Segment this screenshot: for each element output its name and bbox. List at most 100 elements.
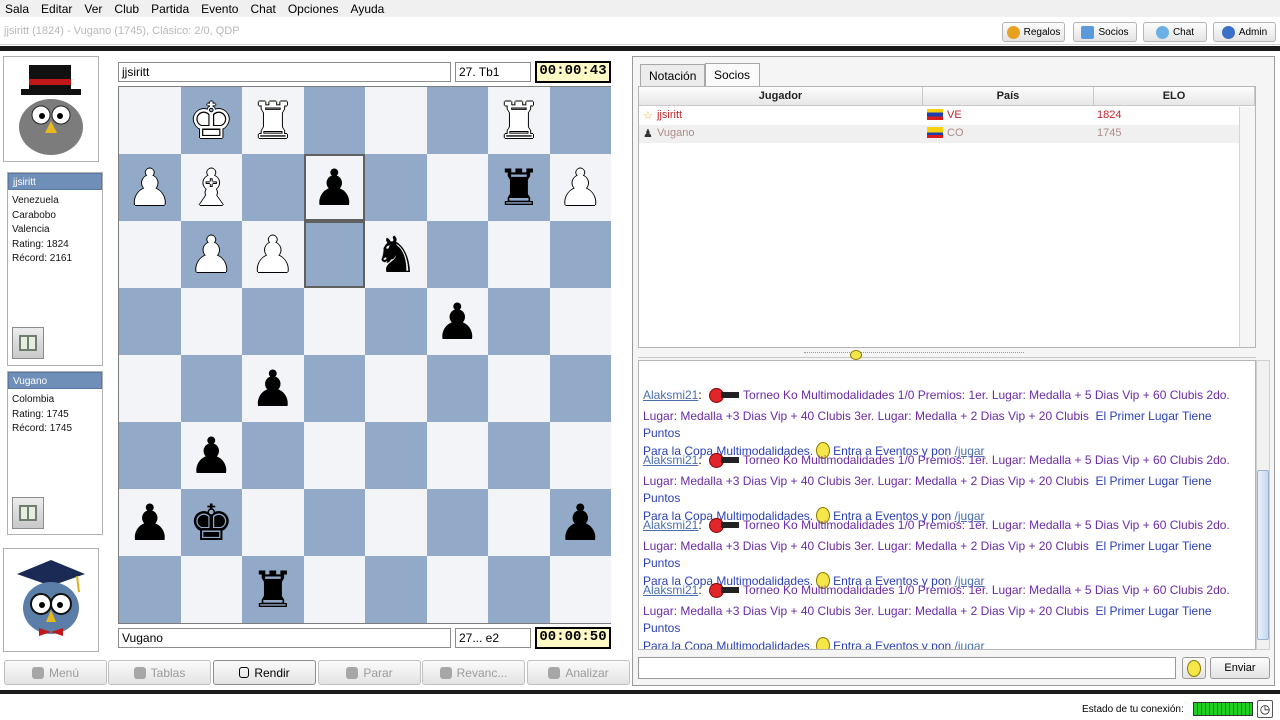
square-a5[interactable] [549,355,611,422]
square-e7[interactable] [303,489,365,556]
square-c3[interactable] [426,221,488,288]
square-b8[interactable] [488,556,550,623]
square-f3[interactable]: ♟ [242,221,304,288]
square-f6[interactable] [242,422,304,489]
square-f1[interactable]: ♜ [242,87,304,154]
white-pawn-icon[interactable]: ♟ [250,230,295,280]
chat-username[interactable]: Alaksmi21 [643,453,698,467]
square-e4[interactable] [303,288,365,355]
tab-notation[interactable]: Notación [640,64,705,87]
action-button-men[interactable]: Menú [4,660,107,685]
menu-item[interactable]: Sala [0,2,36,16]
square-f5[interactable]: ♟ [242,355,304,422]
action-button-revanc[interactable]: Revanc... [422,660,525,685]
send-button[interactable]: Enviar [1210,657,1270,679]
black-pawn-icon[interactable]: ♟ [435,297,480,347]
emoticon-button[interactable] [1182,657,1206,679]
square-h7[interactable]: ♟ [119,489,181,556]
square-d1[interactable] [365,87,427,154]
white-pawn-icon[interactable]: ♟ [558,163,603,213]
square-c4[interactable]: ♟ [426,288,488,355]
chess-board[interactable]: ♚ ♜ ♜ ♟ ♝ ♟ ♜ ♟ ♟ ♟ ♞ ♟ ♟ ♟ ♟ ♚ ♟ ♜ [118,86,611,624]
chat-username[interactable]: Alaksmi21 [643,583,698,597]
square-g5[interactable] [180,355,242,422]
square-b4[interactable] [488,288,550,355]
square-e6[interactable] [303,422,365,489]
partners-button[interactable]: Socios [1073,22,1137,42]
black-rook-icon[interactable]: ♜ [496,163,541,213]
square-b3[interactable] [488,221,550,288]
square-d5[interactable] [365,355,427,422]
square-c5[interactable] [426,355,488,422]
square-e1[interactable] [303,87,365,154]
black-knight-icon[interactable]: ♞ [373,230,418,280]
square-g7[interactable]: ♚ [180,489,242,556]
square-h5[interactable] [119,355,181,422]
square-g3[interactable]: ♟ [180,221,242,288]
square-f4[interactable] [242,288,304,355]
square-f7[interactable] [242,489,304,556]
square-e2[interactable]: ♟ [303,154,365,221]
square-b7[interactable] [488,489,550,556]
square-a8[interactable] [549,556,611,623]
black-king-icon[interactable]: ♚ [189,498,234,548]
square-b2[interactable]: ♜ [488,154,550,221]
square-a3[interactable] [549,221,611,288]
square-d4[interactable] [365,288,427,355]
players-scrollbar[interactable] [1239,107,1255,347]
square-h6[interactable] [119,422,181,489]
action-button-tablas[interactable]: Tablas [108,660,211,685]
chat-scroll-thumb[interactable] [1257,470,1269,640]
chat-input[interactable] [638,657,1176,679]
square-e5[interactable] [303,355,365,422]
table-row[interactable]: ☆ jjsiritt VE 1824 [639,107,1255,125]
menu-item[interactable]: Club [109,2,146,16]
square-g8[interactable] [180,556,242,623]
square-g1[interactable]: ♚ [180,87,242,154]
square-d3[interactable]: ♞ [365,221,427,288]
white-bishop-icon[interactable]: ♝ [189,163,234,213]
white-pawn-icon[interactable]: ♟ [127,163,172,213]
chat-username[interactable]: Alaksmi21 [643,388,698,402]
gifts-button[interactable]: Regalos [1002,22,1065,42]
black-pawn-icon[interactable]: ♟ [250,364,295,414]
white-pawn-icon[interactable]: ♟ [189,230,234,280]
square-c8[interactable] [426,556,488,623]
square-c6[interactable] [426,422,488,489]
white-rook-icon[interactable]: ♜ [250,96,295,146]
square-a6[interactable] [549,422,611,489]
black-pawn-icon[interactable]: ♟ [312,163,357,213]
square-g6[interactable]: ♟ [180,422,242,489]
white-king-icon[interactable]: ♚ [189,96,234,146]
square-a4[interactable] [549,288,611,355]
menu-item[interactable]: Chat [245,2,282,16]
square-c2[interactable] [426,154,488,221]
square-h4[interactable] [119,288,181,355]
square-h2[interactable]: ♟ [119,154,181,221]
square-h1[interactable] [119,87,181,154]
menu-item[interactable]: Evento [196,2,245,16]
square-a7[interactable]: ♟ [549,489,611,556]
column-header-elo[interactable]: ELO [1094,87,1255,106]
square-a2[interactable]: ♟ [549,154,611,221]
menu-item[interactable]: Partida [146,2,196,16]
square-f2[interactable] [242,154,304,221]
action-button-rendir[interactable]: Rendir [213,660,316,685]
square-d6[interactable] [365,422,427,489]
black-rook-icon[interactable]: ♜ [250,565,295,615]
admin-button[interactable]: Admin [1213,22,1276,42]
square-c7[interactable] [426,489,488,556]
column-header-player[interactable]: Jugador [639,87,923,106]
square-g2[interactable]: ♝ [180,154,242,221]
menu-item[interactable]: Editar [36,2,79,16]
menu-item[interactable]: Opciones [283,2,346,16]
action-button-parar[interactable]: Parar [318,660,421,685]
square-g4[interactable] [180,288,242,355]
square-h3[interactable] [119,221,181,288]
square-b6[interactable] [488,422,550,489]
square-d2[interactable] [365,154,427,221]
chat-username[interactable]: Alaksmi21 [643,518,698,532]
black-pawn-icon[interactable]: ♟ [127,498,172,548]
chat-link[interactable]: /jugar [955,639,985,649]
square-e8[interactable] [303,556,365,623]
